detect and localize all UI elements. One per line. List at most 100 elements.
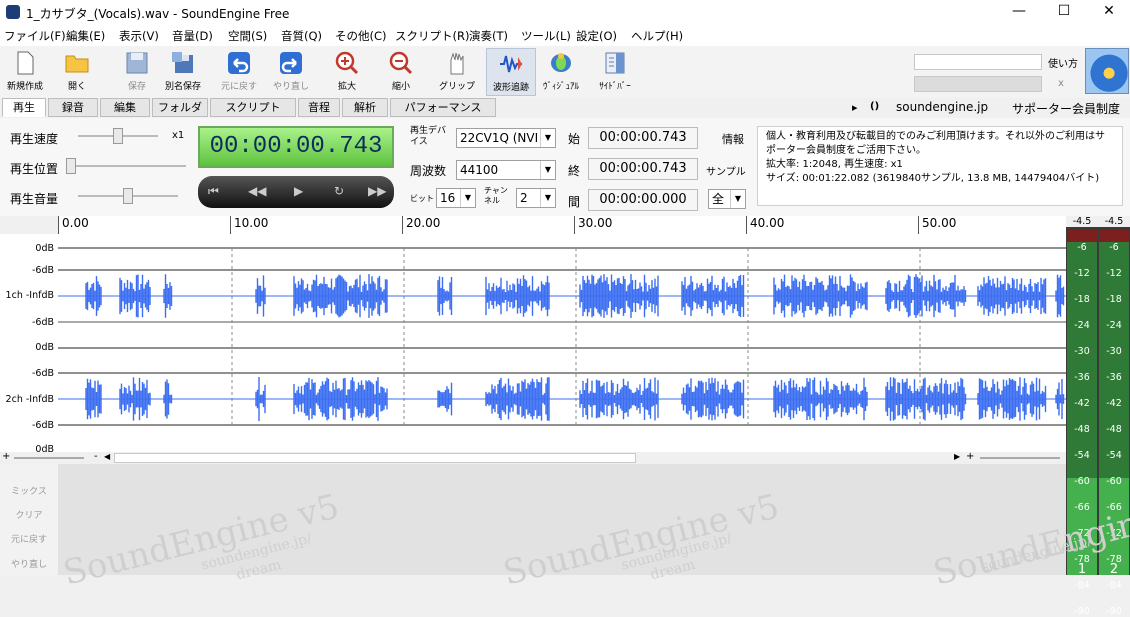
waveform-segment [485, 377, 550, 421]
save-button[interactable]: 保存 [112, 48, 162, 96]
zoom-out-button[interactable]: 縮小 [376, 48, 426, 96]
site-link-icon: () [870, 101, 880, 112]
waveform-segment [579, 377, 659, 421]
device-select[interactable]: 22CV1Q (NVI ▼ [456, 128, 556, 148]
start-time-field[interactable]: 00:00:00.743 [588, 127, 698, 149]
end-time-field[interactable]: 00:00:00.743 [588, 158, 698, 180]
redo-button[interactable]: やり直し [266, 48, 316, 96]
minimize-button[interactable]: — [996, 0, 1042, 24]
tab-pitch[interactable]: 音程 [298, 98, 340, 117]
menu-script[interactable]: スクリプト(R) [395, 28, 469, 44]
sample-label[interactable]: サンプル [706, 163, 746, 178]
new-file-label: 新規作成 [6, 82, 43, 92]
menu-quality[interactable]: 音質(Q) [281, 28, 322, 44]
menu-volume[interactable]: 音量(D) [172, 28, 213, 44]
sidebar-icon [605, 52, 625, 74]
freq-label: 周波数 [410, 164, 447, 178]
scroll-right-arrow[interactable]: ▶ [954, 452, 960, 461]
tab-performance[interactable]: パフォーマンス [390, 98, 496, 117]
mixer-area: SoundEngine v5 soundengine.jp/ dream Sou… [0, 464, 1130, 594]
db-label: -6dB [31, 317, 54, 328]
menu-play[interactable]: 演奏(T) [469, 28, 508, 44]
tab-record[interactable]: 録音 [48, 98, 98, 117]
maximize-button[interactable]: ☐ [1041, 0, 1087, 24]
mixer-undo-button[interactable]: 元に戻す [0, 532, 58, 545]
transport-controls: ⏮ ◀◀ ▶ ↻ ▶▶ [198, 176, 394, 208]
save-as-button[interactable]: 別名保存 [158, 48, 208, 96]
menu-tools[interactable]: ツール(L) [521, 28, 571, 44]
play-button[interactable]: ▶ [294, 184, 303, 198]
freq-select[interactable]: 44100 ▼ [456, 160, 556, 180]
mix-button[interactable]: ミックス [0, 484, 58, 497]
tab-folder[interactable]: フォルダ [152, 98, 208, 117]
mixer-redo-button[interactable]: やり直し [0, 557, 58, 570]
loop-button[interactable]: ↻ [334, 184, 344, 198]
waveform-segment [293, 274, 388, 318]
channel-select[interactable]: 2 ▼ [516, 188, 556, 208]
visual-button[interactable]: ｳﾞｨｼﾞｭｱﾙ [536, 48, 586, 96]
visual-icon [551, 53, 571, 72]
tab-edit[interactable]: 編集 [100, 98, 150, 117]
menu-help[interactable]: ヘルプ(H) [631, 28, 683, 44]
help-search-field[interactable] [914, 54, 1042, 70]
meter-tick: -48 [1074, 424, 1090, 435]
zoom-plus-left[interactable]: + [2, 451, 10, 462]
volume-slider-thumb[interactable] [123, 188, 133, 204]
speed-slider-thumb[interactable] [113, 128, 123, 144]
menu-other[interactable]: その他(C) [335, 28, 387, 44]
menu-settings[interactable]: 設定(O) [576, 28, 617, 44]
waveform-view[interactable] [58, 234, 1066, 454]
position-slider[interactable] [66, 158, 186, 174]
menu-file[interactable]: ファイル(F) [4, 28, 66, 44]
open-button[interactable]: 開く [52, 48, 102, 96]
new-file-button[interactable]: 新規作成 [0, 48, 50, 96]
grip-button[interactable]: グリップ [432, 48, 482, 96]
waveform-segment [773, 377, 868, 421]
span-time-field[interactable]: 00:00:00.000 [588, 189, 698, 211]
clear-button[interactable]: クリア [0, 508, 58, 521]
scroll-zoom-track[interactable] [14, 457, 84, 459]
zoom-in-button[interactable]: 拡大 [322, 48, 372, 96]
save-icon [126, 52, 148, 74]
chevron-down-icon: ▼ [460, 189, 475, 207]
meter-tick: -36 [1074, 372, 1090, 383]
ruler-tick: 40.00 [746, 216, 784, 234]
waveform-canvas[interactable] [58, 234, 1066, 454]
unit-value: 全 [712, 192, 725, 206]
undo-button[interactable]: 元に戻す [214, 48, 264, 96]
waveform-follow-button[interactable]: 波形追跡 [486, 48, 536, 96]
zoom-plus-right[interactable]: + [966, 451, 974, 462]
position-slider-thumb[interactable] [66, 158, 76, 174]
help-link[interactable]: 使い方 [1048, 55, 1078, 70]
menu-space[interactable]: 空間(S) [228, 28, 267, 44]
bits-select[interactable]: 16 ▼ [436, 188, 476, 208]
rewind-button[interactable]: ◀◀ [248, 184, 266, 198]
speed-slider[interactable] [78, 128, 158, 144]
waveform-segment [579, 274, 659, 318]
go-start-button[interactable]: ⏮ [208, 184, 219, 199]
waveform-segment [255, 275, 266, 317]
scroll-left-arrow[interactable]: ◀ [104, 452, 110, 461]
clear-field-button[interactable]: x [1058, 78, 1064, 89]
tab-analysis[interactable]: 解析 [342, 98, 388, 117]
db-label: 1ch -InfdB [5, 290, 54, 301]
scroll-zoom-track-right[interactable] [980, 457, 1060, 459]
status-field [914, 76, 1042, 92]
new-file-icon [17, 51, 34, 75]
supporter-link[interactable]: サポーター会員制度 [1012, 100, 1120, 117]
info-label: 情報 [722, 133, 744, 146]
scrollbar-thumb[interactable] [114, 453, 636, 463]
tab-play[interactable]: 再生 [2, 98, 46, 117]
close-button[interactable]: ✕ [1086, 0, 1130, 24]
menu-view[interactable]: 表示(V) [119, 28, 159, 44]
site-link[interactable]: soundengine.jp [896, 100, 988, 114]
chevron-down-icon: ▼ [540, 161, 555, 179]
menu-edit[interactable]: 編集(E) [66, 28, 105, 44]
tab-script[interactable]: スクリプト [210, 98, 296, 117]
fast-forward-button[interactable]: ▶▶ [368, 184, 386, 198]
unit-select[interactable]: 全 ▼ [708, 189, 746, 209]
zoom-minus-left[interactable]: - [94, 451, 98, 462]
volume-slider[interactable] [78, 188, 178, 204]
sidebar-button[interactable]: ｻｲﾄﾞﾊﾞｰ [590, 48, 640, 96]
open-label: 開く [67, 82, 86, 92]
